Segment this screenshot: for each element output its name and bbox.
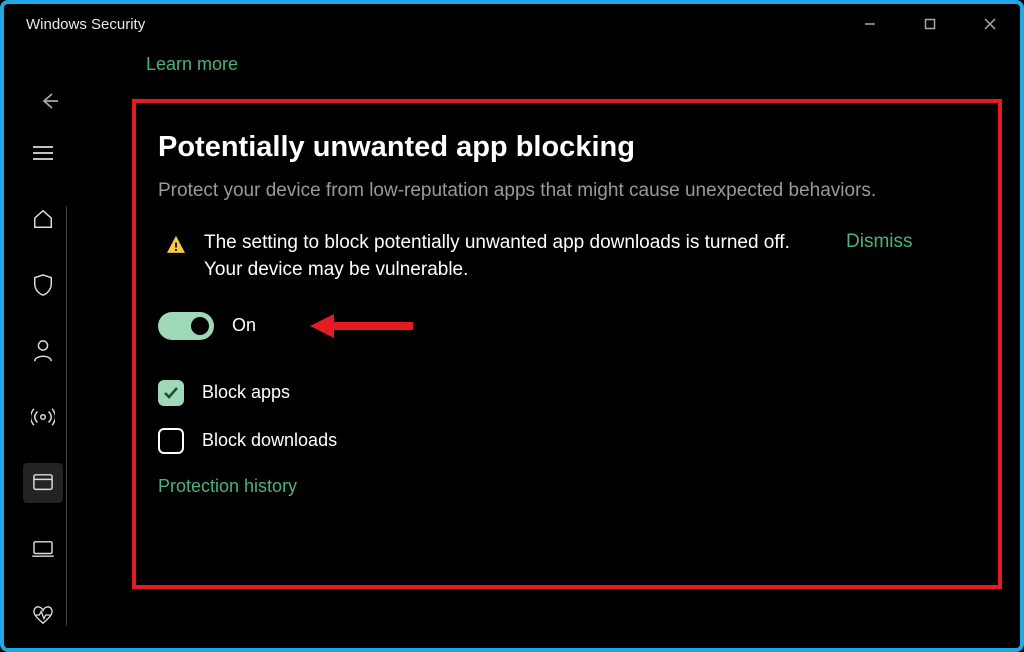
window-title: Windows Security bbox=[26, 16, 145, 33]
window-controls bbox=[840, 4, 1020, 44]
account-icon bbox=[32, 339, 54, 363]
sidebar-item-virus[interactable] bbox=[23, 265, 63, 305]
annotation-arrow bbox=[308, 308, 418, 344]
learn-more-row: Learn more bbox=[4, 44, 1020, 89]
hamburger-icon bbox=[33, 145, 53, 161]
sidebar-item-device-security[interactable] bbox=[23, 529, 63, 569]
app-browser-icon bbox=[32, 473, 54, 493]
minimize-icon bbox=[864, 18, 876, 30]
warning-text: The setting to block potentially unwante… bbox=[204, 229, 824, 284]
warning-banner: The setting to block potentially unwante… bbox=[158, 229, 976, 284]
protection-history-link[interactable]: Protection history bbox=[158, 476, 976, 497]
annotation-highlight-box: Potentially unwanted app blocking Protec… bbox=[132, 99, 1002, 589]
block-apps-checkbox[interactable] bbox=[158, 380, 184, 406]
minimize-button[interactable] bbox=[840, 4, 900, 44]
shield-icon bbox=[32, 273, 54, 297]
warning-icon bbox=[166, 235, 186, 255]
network-icon bbox=[31, 406, 55, 428]
hamburger-menu-button[interactable] bbox=[23, 133, 63, 173]
back-button[interactable] bbox=[38, 89, 62, 113]
toggle-row: On bbox=[158, 312, 976, 340]
block-downloads-label: Block downloads bbox=[202, 430, 337, 451]
close-icon bbox=[984, 18, 996, 30]
title-bar: Windows Security bbox=[4, 4, 1020, 44]
sidebar-item-home[interactable] bbox=[23, 199, 63, 239]
maximize-button[interactable] bbox=[900, 4, 960, 44]
sidebar-item-device-performance[interactable] bbox=[23, 595, 63, 635]
toggle-knob bbox=[191, 317, 209, 335]
sidebar-item-account[interactable] bbox=[23, 331, 63, 371]
back-arrow-icon bbox=[38, 89, 62, 113]
block-downloads-row: Block downloads bbox=[158, 428, 976, 454]
block-apps-label: Block apps bbox=[202, 382, 290, 403]
pua-blocking-toggle[interactable] bbox=[158, 312, 214, 340]
sidebar-separator bbox=[66, 206, 67, 626]
sidebar-item-app-browser[interactable] bbox=[23, 463, 63, 503]
section-description: Protect your device from low-reputation … bbox=[158, 178, 878, 205]
close-button[interactable] bbox=[960, 4, 1020, 44]
maximize-icon bbox=[924, 18, 936, 30]
sidebar-item-firewall[interactable] bbox=[23, 397, 63, 437]
check-icon bbox=[163, 386, 179, 400]
sidebar bbox=[16, 89, 70, 635]
block-downloads-checkbox[interactable] bbox=[158, 428, 184, 454]
learn-more-link[interactable]: Learn more bbox=[146, 54, 238, 74]
device-icon bbox=[32, 540, 54, 558]
home-icon bbox=[32, 208, 54, 230]
section-heading: Potentially unwanted app blocking bbox=[158, 131, 976, 164]
block-apps-row: Block apps bbox=[158, 380, 976, 406]
heart-rate-icon bbox=[31, 605, 55, 625]
toggle-state-label: On bbox=[232, 315, 256, 336]
dismiss-link[interactable]: Dismiss bbox=[846, 231, 913, 253]
